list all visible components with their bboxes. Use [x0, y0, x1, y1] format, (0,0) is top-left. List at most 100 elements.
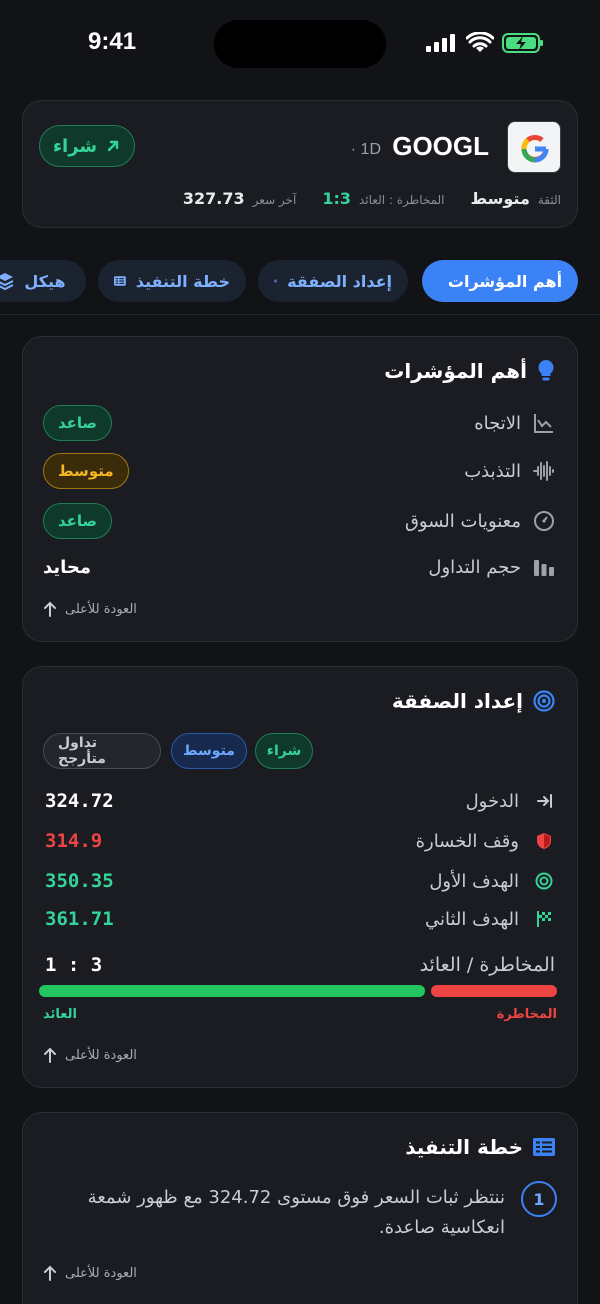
tab-trade-setup[interactable]: إعداد الصفقة [258, 260, 408, 302]
confidence-label: الثقة [537, 193, 561, 207]
arrow-up-icon [44, 1047, 56, 1063]
tab-execution-plan[interactable]: خطة التنفيذ [98, 260, 246, 302]
volatility-badge: متوسط [43, 453, 129, 489]
trade-setup-card: إعداد الصفقة شراء متوسط تداول متأرجح الد… [22, 666, 578, 1088]
level-row-entry: الدخول 324.72 [45, 783, 555, 819]
status-bar: 9:41 [0, 0, 600, 88]
back-to-top-link[interactable]: العودة للأعلى [43, 1047, 137, 1063]
google-logo-icon [521, 135, 549, 163]
tab-label: إعداد الصفقة [287, 271, 392, 291]
tab-label: هيكل [24, 271, 66, 291]
target-icon [274, 279, 277, 283]
target-icon [533, 690, 555, 712]
arrow-up-icon [44, 601, 56, 617]
entry-value: 324.72 [45, 790, 114, 812]
confidence-value: متوسط [470, 189, 530, 208]
level-label: الهدف الثاني [424, 908, 519, 930]
indicators-title: أهم المؤشرات [384, 359, 555, 383]
indicator-label: معنويات السوق [404, 510, 521, 532]
section-title-text: أهم المؤشرات [384, 359, 527, 383]
waveform-icon [533, 460, 555, 482]
entry-arrow-icon [533, 790, 555, 812]
tabs-divider [0, 314, 600, 315]
indicator-label: التذبذب [464, 460, 521, 482]
summary-meta-row: الثقة متوسط المخاطرة : العائد 1:3 آخر سع… [39, 189, 561, 211]
indicator-row-volume: حجم التداول محايد [43, 547, 555, 587]
tab-structure[interactable]: هيكل [0, 260, 86, 302]
setup-title: إعداد الصفقة [392, 689, 555, 713]
risk-label: المخاطرة [496, 1007, 557, 1022]
level-row-target-2: الهدف الثاني 361.71 [45, 901, 555, 937]
risk-reward-bar [39, 985, 557, 997]
shield-icon [533, 830, 555, 852]
tab-indicators[interactable]: أهم المؤشرات [422, 260, 578, 302]
indicator-row-volatility: التذبذب متوسط [43, 451, 555, 491]
level-label: وقف الخسارة [415, 830, 519, 852]
level-label: الدخول [465, 790, 519, 812]
level-row-target-1: الهدف الأول 350.35 [45, 863, 555, 899]
cellular-signal-icon [426, 34, 455, 52]
gauge-icon [533, 510, 555, 532]
wifi-icon [466, 32, 494, 52]
execution-plan-card: خطة التنفيذ 1 ننتظر ثبات السعر فوق مستوى… [22, 1112, 578, 1304]
tab-label: أهم المؤشرات [447, 271, 563, 291]
tag-medium: متوسط [171, 733, 247, 769]
indicator-row-trend: الاتجاه صاعد [43, 403, 555, 443]
battery-charging-icon [502, 33, 543, 53]
level-row-stop-loss: وقف الخسارة 314.9 [45, 823, 555, 859]
timeframe-label: · 1D [350, 141, 381, 158]
back-to-top-label: العودة للأعلى [65, 601, 137, 617]
stop-loss-value: 314.9 [45, 830, 103, 852]
section-title-text: إعداد الصفقة [391, 689, 523, 713]
key-indicators-card: أهم المؤشرات الاتجاه صاعد التذبذب متوسط … [22, 336, 578, 642]
arrow-up-icon [44, 1265, 56, 1281]
list-icon [533, 1138, 555, 1156]
last-price-value: 327.73 [182, 189, 245, 208]
ticker-symbol: GOOGL [392, 131, 489, 161]
volume-bars-icon [533, 556, 555, 578]
trend-chart-icon [533, 412, 555, 434]
indicator-row-sentiment: معنويات السوق صاعد [43, 501, 555, 541]
plan-title: خطة التنفيذ [405, 1135, 555, 1159]
trend-badge: صاعد [43, 405, 113, 441]
volume-value: محايد [43, 556, 92, 578]
list-icon [114, 276, 126, 286]
indicator-label: حجم التداول [428, 556, 521, 578]
reward-label: العائد [43, 1007, 77, 1022]
ticker-summary-card: GOOGL · 1D شراء الثقة متوسط المخاطرة : ا… [22, 100, 578, 228]
indicator-label: الاتجاه [474, 412, 521, 434]
last-price-label: آخر سعر [252, 193, 297, 207]
back-to-top-link[interactable]: العودة للأعلى [43, 601, 137, 617]
tag-buy: شراء [255, 733, 313, 769]
sentiment-badge: صاعد [43, 503, 113, 539]
target-2-value: 361.71 [45, 908, 114, 930]
company-logo [507, 121, 561, 173]
risk-reward-row: المخاطرة / العائد 1 : 3 [45, 947, 555, 983]
risk-reward-value: 1:3 [322, 189, 351, 208]
reward-segment [39, 985, 425, 997]
back-to-top-label: العودة للأعلى [65, 1047, 137, 1063]
tab-label: خطة التنفيذ [135, 271, 230, 291]
buy-signal-button[interactable]: شراء [39, 125, 135, 167]
step-text: ننتظر ثبات السعر فوق مستوى 324.72 مع ظهو… [87, 1187, 505, 1238]
target-1-value: 350.35 [45, 870, 114, 892]
lightbulb-icon [538, 360, 554, 381]
layers-icon [0, 273, 14, 290]
section-title-text: خطة التنفيذ [405, 1135, 523, 1159]
risk-reward-label: المخاطرة : العائد [358, 193, 445, 207]
checkered-flag-icon [533, 908, 555, 930]
section-tabs: أهم المؤشرات إعداد الصفقة خطة التنفيذ هي… [0, 260, 600, 304]
step-number-badge: 1 [521, 1181, 557, 1217]
dynamic-island [214, 20, 386, 68]
status-time: 9:41 [88, 28, 137, 55]
risk-segment [430, 985, 557, 997]
back-to-top-label: العودة للأعلى [65, 1265, 137, 1281]
buy-label: شراء [52, 135, 98, 157]
target-icon [533, 870, 555, 892]
arrow-up-right-icon [107, 140, 119, 152]
tag-swing-trade: تداول متأرجح [43, 733, 161, 769]
risk-reward-value: 1 : 3 [45, 954, 103, 976]
back-to-top-link[interactable]: العودة للأعلى [43, 1265, 137, 1281]
risk-reward-label: المخاطرة / العائد [419, 954, 555, 976]
level-label: الهدف الأول [429, 870, 519, 892]
